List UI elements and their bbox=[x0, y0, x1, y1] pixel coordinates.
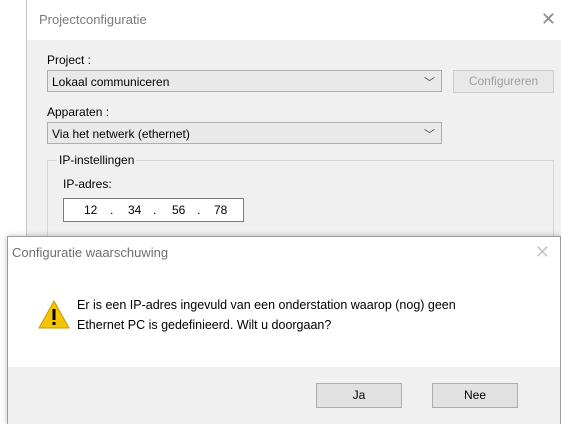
yes-button[interactable]: Ja bbox=[316, 383, 402, 408]
devices-label: Apparaten : bbox=[47, 105, 110, 119]
ip-address-field[interactable]: 12 . 34 . 56 . 78 bbox=[63, 198, 244, 222]
dialog-body: Er is een IP-adres ingevuld van een onde… bbox=[8, 271, 560, 367]
dialog-footer: Ja Nee bbox=[8, 367, 560, 424]
dialog-title: Configuratie waarschuwing bbox=[12, 245, 169, 260]
ip-settings-title: IP-instellingen bbox=[57, 153, 137, 167]
project-config-titlebar: Projectconfiguratie ✕ bbox=[27, 0, 561, 40]
dialog-titlebar: Configuratie waarschuwing ✕ bbox=[8, 237, 560, 271]
warning-icon bbox=[38, 299, 70, 329]
dialog-message: Er is een IP-adres ingevuld van een onde… bbox=[77, 295, 537, 335]
no-button[interactable]: Nee bbox=[432, 383, 518, 408]
close-icon[interactable]: ✕ bbox=[535, 243, 550, 261]
close-icon[interactable]: ✕ bbox=[541, 10, 556, 28]
ip-dot: . bbox=[153, 203, 157, 217]
chevron-down-icon: ﹀ bbox=[424, 77, 435, 89]
ip-address-label: IP-adres: bbox=[63, 177, 112, 191]
warning-dialog: Configuratie waarschuwing ✕ Er is een IP… bbox=[7, 236, 561, 424]
devices-select[interactable]: Via het netwerk (ethernet) ﹀ bbox=[47, 122, 442, 144]
ip-dot: . bbox=[197, 203, 201, 217]
ip-octet-4: 78 bbox=[214, 203, 228, 217]
project-label: Project : bbox=[47, 53, 92, 67]
dialog-message-line-1: Er is een IP-adres ingevuld van een onde… bbox=[77, 298, 456, 312]
chevron-down-icon: ﹀ bbox=[424, 129, 435, 141]
ip-dot: . bbox=[110, 203, 114, 217]
dialog-message-line-2: Ethernet PC is gedefinieerd. Wilt u door… bbox=[77, 318, 332, 332]
configure-button[interactable]: Configureren bbox=[453, 70, 554, 93]
ip-octet-1: 12 bbox=[84, 203, 98, 217]
devices-select-value: Via het netwerk (ethernet) bbox=[52, 127, 190, 141]
ip-octet-3: 56 bbox=[172, 203, 186, 217]
project-select-value: Lokaal communiceren bbox=[52, 75, 170, 89]
project-select[interactable]: Lokaal communiceren ﹀ bbox=[47, 70, 442, 92]
window-title: Projectconfiguratie bbox=[39, 12, 147, 27]
ip-octet-2: 34 bbox=[128, 203, 142, 217]
screen: Projectconfiguratie ✕ Project : Lokaal c… bbox=[0, 0, 561, 424]
